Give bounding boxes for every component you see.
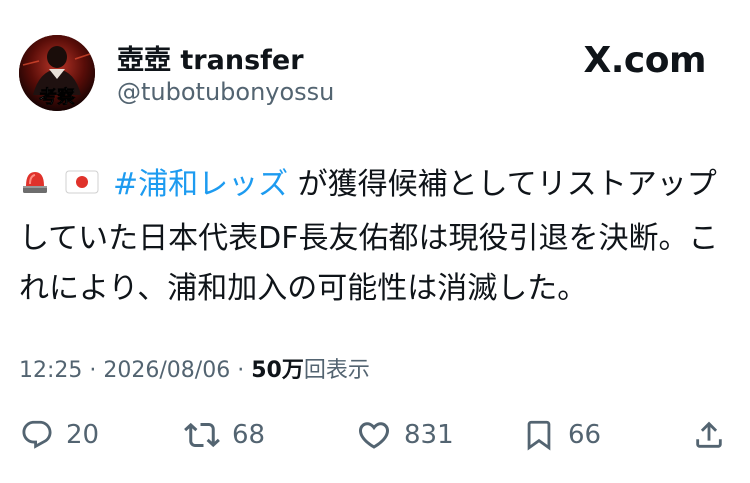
repost-button[interactable]: 68 <box>184 415 265 455</box>
japan-flag-icon <box>65 164 99 214</box>
avatar-text: 考察 <box>39 86 76 108</box>
repost-count: 68 <box>232 420 266 450</box>
tweet-date[interactable]: 2026/08/06 <box>103 358 230 383</box>
tweet-text: #浦和レッズ が獲得候補としてリストアップしていた日本代表DF長友佑都は現役引退… <box>19 160 731 314</box>
meta-separator: · <box>89 358 97 383</box>
views-label: 回表示 <box>303 358 370 383</box>
tweet-meta: 12:25 · 2026/08/06 · 50万回表示 <box>19 352 370 384</box>
tweet-card: 考察 壺壺 transfer @tubotubonyossu X.com #浦和… <box>0 0 750 483</box>
bookmark-icon <box>527 420 551 451</box>
avatar[interactable]: 考察 <box>19 35 95 111</box>
bookmark-count: 66 <box>568 420 602 450</box>
views-count: 50万 <box>251 358 304 383</box>
share-icon <box>696 421 722 448</box>
avatar-image: 考察 <box>19 35 95 111</box>
share-button[interactable] <box>692 415 726 455</box>
repost-icon <box>184 422 220 448</box>
like-button[interactable]: 831 <box>356 415 454 455</box>
heart-icon <box>358 422 390 449</box>
meta-separator: · <box>237 358 245 383</box>
reply-icon <box>22 420 52 449</box>
tweet-time[interactable]: 12:25 <box>19 358 82 383</box>
display-name[interactable]: 壺壺 transfer <box>117 38 304 77</box>
reply-count: 20 <box>66 420 100 450</box>
siren-icon <box>19 164 51 214</box>
user-handle[interactable]: @tubotubonyossu <box>117 78 334 106</box>
like-count: 831 <box>404 420 454 450</box>
brand-text: X.com <box>583 40 706 81</box>
reply-button[interactable]: 20 <box>20 415 99 455</box>
brand-logo: X.com <box>583 40 706 81</box>
hashtag-link[interactable]: #浦和レッズ <box>113 167 288 202</box>
bookmark-button[interactable]: 66 <box>522 415 601 455</box>
